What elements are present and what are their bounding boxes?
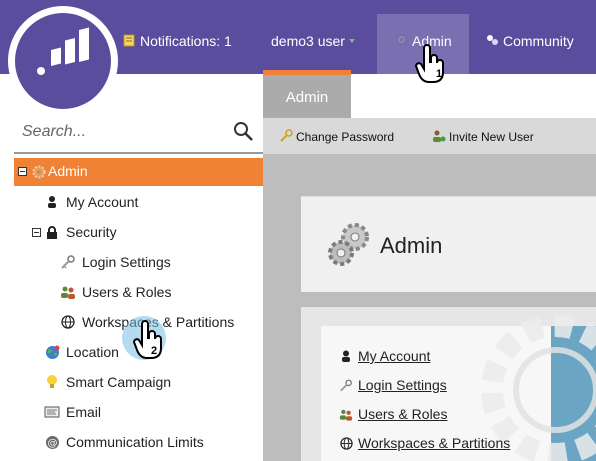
keys-icon	[60, 254, 76, 270]
link-workspaces-partitions[interactable]: Workspaces & Partitions	[339, 434, 510, 452]
collapse-icon[interactable]	[32, 227, 41, 237]
sidebar-item-label: Security	[66, 224, 117, 240]
sidebar-item-label: Login Settings	[82, 254, 171, 270]
collapse-icon[interactable]	[18, 167, 27, 176]
link-label: Users & Roles	[358, 406, 448, 422]
link-login-settings[interactable]: Login Settings	[339, 376, 447, 394]
gears-icon	[328, 223, 369, 266]
link-label: My Account	[358, 348, 431, 364]
invite-new-user-label: Invite New User	[449, 130, 534, 144]
lock-icon	[44, 224, 60, 240]
notepad-icon	[122, 33, 136, 50]
admin-header-panel: Admin	[301, 196, 596, 292]
globe-icon	[339, 436, 353, 450]
change-password-button[interactable]: Change Password	[279, 128, 394, 146]
community-icon	[485, 33, 499, 50]
sidebar-item-label: My Account	[66, 194, 139, 210]
user-label: demo3 user	[271, 33, 345, 49]
at-icon: @	[44, 434, 60, 450]
person-icon	[44, 194, 60, 210]
svg-text:@: @	[47, 438, 57, 449]
notifications-menu[interactable]: Notifications: 1	[122, 27, 232, 55]
invite-new-user-button[interactable]: Invite New User	[432, 128, 534, 146]
sidebar-item-label: Communication Limits	[66, 434, 204, 450]
search-box	[22, 120, 262, 144]
email-icon	[44, 404, 60, 420]
gear-icon	[395, 33, 408, 49]
sidebar-item-label: Users & Roles	[82, 284, 172, 300]
link-label: Workspaces & Partitions	[358, 435, 511, 451]
search-icon[interactable]	[232, 120, 256, 144]
marketo-logo[interactable]	[8, 6, 118, 116]
sidebar-item-login-settings[interactable]: Login Settings	[60, 249, 171, 275]
sidebar-divider	[14, 152, 263, 154]
change-password-label: Change Password	[296, 130, 395, 144]
sidebar-item-security[interactable]: Security	[32, 219, 117, 245]
sidebar-item-communication-limits[interactable]: @ Communication Limits	[44, 429, 204, 455]
sidebar-item-location[interactable]: Location	[44, 339, 119, 365]
community-nav-label: Community	[503, 33, 574, 49]
globe-icon	[60, 314, 76, 330]
sidebar-item-label: Email	[66, 404, 102, 420]
cursor-step-number: 1	[436, 68, 443, 80]
user-menu[interactable]: demo3 user	[271, 27, 355, 55]
sidebar-item-users-roles[interactable]: Users & Roles	[60, 279, 171, 305]
link-users-roles[interactable]: Users & Roles	[339, 405, 447, 423]
invite-user-icon	[432, 129, 446, 146]
sidebar-item-label: Location	[66, 344, 119, 360]
key-icon	[279, 128, 293, 146]
cursor-step-number: 2	[151, 345, 158, 357]
search-input[interactable]	[22, 120, 222, 144]
users-icon	[339, 407, 353, 421]
users-icon	[60, 284, 76, 300]
page-title: Admin	[380, 233, 443, 258]
sidebar-item-my-account[interactable]: My Account	[44, 189, 138, 215]
tab-admin[interactable]: Admin	[263, 75, 351, 119]
chevron-down-icon	[348, 39, 355, 43]
tab-label: Admin	[285, 88, 329, 106]
hand-cursor-icon	[132, 320, 162, 359]
hand-cursor-icon	[414, 44, 444, 83]
sidebar-item-admin[interactable]: Admin	[14, 158, 263, 186]
notifications-label: Notifications: 1	[140, 33, 232, 49]
logo-bars-icon	[37, 27, 89, 75]
community-nav-link[interactable]: Community	[485, 27, 574, 55]
sidebar-item-smart-campaign[interactable]: Smart Campaign	[44, 369, 171, 395]
sidebar-item-label: Admin	[48, 163, 88, 179]
link-label: Login Settings	[358, 377, 447, 393]
gear-icon	[32, 165, 46, 179]
keys-icon	[339, 378, 353, 392]
sidebar-item-label: Smart Campaign	[66, 374, 172, 390]
earth-icon	[44, 344, 60, 360]
link-my-account[interactable]: My Account	[339, 347, 430, 365]
lightbulb-icon	[44, 374, 60, 390]
sidebar-item-email[interactable]: Email	[44, 399, 101, 425]
person-icon	[339, 349, 353, 363]
